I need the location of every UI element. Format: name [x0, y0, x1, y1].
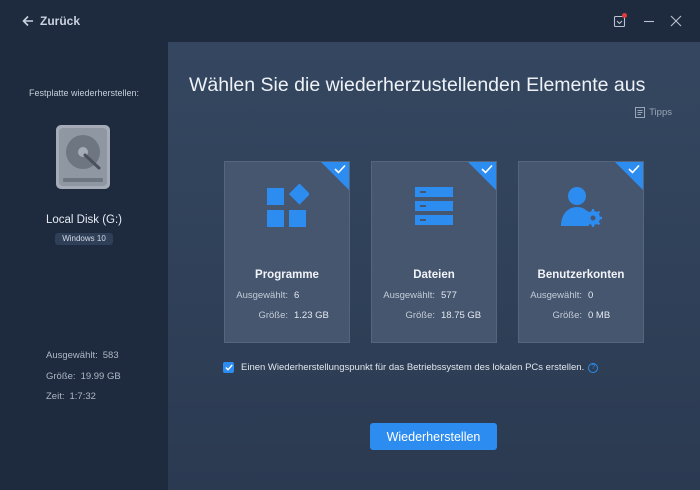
checkmark-icon [628, 164, 640, 174]
card-programme[interactable]: Programme Ausgewählt: 6 Größe: 1.23 GB [224, 161, 350, 343]
card-dateien[interactable]: Dateien Ausgewählt: 577 Größe: 18.75 GB [371, 161, 497, 343]
card-size-row: Größe: 0 MB [519, 310, 643, 321]
row-value: 18.75 GB [441, 310, 482, 321]
page-title: Wählen Sie die wiederherzustellenden Ele… [189, 74, 646, 96]
card-size-row: Größe: 1.23 GB [225, 310, 349, 321]
checkmark-icon [334, 164, 346, 174]
download-notify-icon [613, 13, 627, 28]
card-selected-row: Ausgewählt: 577 [372, 290, 496, 301]
row-value: 1.23 GB [294, 310, 329, 321]
close-icon [670, 15, 682, 27]
stat-selected: Ausgewählt: 583 [46, 350, 119, 361]
row-value: 6 [294, 290, 300, 301]
row-value: 577 [441, 290, 457, 301]
close-button[interactable] [668, 13, 684, 29]
restore-point-checkbox[interactable] [223, 362, 234, 373]
card-size-row: Größe: 18.75 GB [372, 310, 496, 321]
checkmark-icon [224, 364, 233, 371]
os-badge: Windows 10 [55, 233, 113, 245]
hard-disk-icon [56, 125, 110, 189]
restore-point-option: Einen Wiederherstellungspunkt für das Be… [223, 362, 599, 373]
row-label: Größe: [405, 310, 435, 321]
user-settings-icon [561, 187, 602, 227]
stat-label: Ausgewählt: [46, 350, 98, 361]
row-value: 0 [588, 290, 594, 301]
checkmark-icon [481, 164, 493, 174]
stat-label: Größe: [46, 371, 76, 382]
apps-icon [267, 184, 309, 227]
tips-label: Tipps [649, 107, 672, 118]
stat-label: Zeit: [46, 391, 65, 402]
card-selected-row: Ausgewählt: 0 [519, 290, 643, 301]
restore-button[interactable]: Wiederherstellen [370, 423, 497, 450]
card-title: Programme [255, 269, 319, 281]
document-icon [635, 107, 646, 118]
row-value: 0 MB [588, 310, 611, 321]
card-benutzerkonten[interactable]: Benutzerkonten Ausgewählt: 0 Größe: 0 MB [518, 161, 644, 343]
title-bar: Zurück [0, 0, 700, 42]
sidebar: Festplatte wiederherstellen: Local Disk … [0, 42, 168, 490]
stat-value: 19.99 GB [80, 371, 121, 382]
arrow-left-icon [22, 15, 33, 27]
minimize-button[interactable] [641, 13, 657, 29]
disk-name: Local Disk (G:) [45, 214, 123, 226]
stat-time: Zeit: 1:7:32 [46, 391, 96, 402]
download-notify-button[interactable] [612, 13, 628, 29]
stat-value: 1:7:32 [69, 391, 96, 402]
stat-value: 583 [102, 350, 119, 361]
tips-link[interactable]: Tipps [635, 107, 672, 118]
minimize-icon [644, 20, 654, 23]
main-panel: Wählen Sie die wiederherzustellenden Ele… [168, 42, 700, 490]
files-icon [415, 187, 453, 225]
restore-point-label: Einen Wiederherstellungspunkt für das Be… [241, 362, 585, 373]
row-label: Größe: [258, 310, 288, 321]
row-label: Ausgewählt: [383, 290, 435, 301]
sidebar-heading: Festplatte wiederherstellen: [28, 88, 140, 98]
row-label: Größe: [552, 310, 582, 321]
card-selected-row: Ausgewählt: 6 [225, 290, 349, 301]
row-label: Ausgewählt: [530, 290, 582, 301]
back-button[interactable]: Zurück [22, 13, 80, 29]
help-icon[interactable]: ? [588, 362, 599, 373]
row-label: Ausgewählt: [236, 290, 288, 301]
card-title: Dateien [413, 269, 455, 281]
stat-size: Größe: 19.99 GB [46, 371, 121, 382]
back-button-label: Zurück [40, 14, 81, 28]
card-title: Benutzerkonten [537, 269, 625, 281]
